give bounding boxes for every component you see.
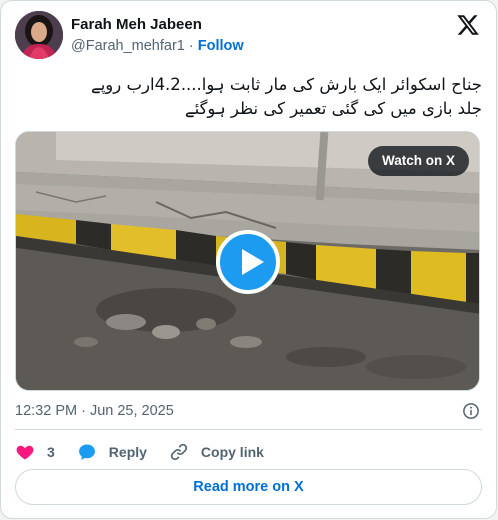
video-media[interactable]: Watch on X — [15, 131, 480, 391]
x-logo-icon[interactable] — [456, 13, 480, 37]
tweet-card: Farah Meh Jabeen @Farah_mehfar1 · Follow… — [0, 0, 497, 519]
copy-link-label: Copy link — [200, 444, 264, 460]
like-count: 3 — [47, 444, 55, 460]
play-button[interactable] — [216, 230, 280, 294]
handle-row: @Farah_mehfar1 · Follow — [71, 36, 244, 56]
author-handle[interactable]: @Farah_mehfar1 — [71, 38, 185, 54]
watch-on-x-button[interactable]: Watch on X — [368, 146, 469, 176]
info-icon[interactable] — [462, 402, 480, 420]
read-more-button[interactable]: Read more on X — [15, 469, 482, 505]
action-bar: 3 Reply Copy link — [15, 441, 286, 463]
avatar[interactable] — [15, 11, 63, 59]
reply-label: Reply — [108, 444, 147, 460]
copy-link-button[interactable]: Copy link — [169, 442, 264, 462]
tweet-text-line-2: جلد بازی میں کی گئی تعمیر کی نظر ہوگئے — [184, 99, 482, 118]
author-name[interactable]: Farah Meh Jabeen — [71, 15, 244, 34]
author-info: Farah Meh Jabeen @Farah_mehfar1 · Follow — [71, 15, 244, 56]
link-icon — [170, 443, 188, 461]
tweet-text-line-1: جناح اسکوائر ایک بارش کی مار ثابت ہوا...… — [91, 75, 482, 94]
tweet-text: جناح اسکوائر ایک بارش کی مار ثابت ہوا...… — [15, 73, 482, 121]
tweet-meta: 12:32 PM · Jun 25, 2025 — [15, 401, 482, 421]
avatar-image — [15, 11, 63, 59]
play-icon — [242, 249, 264, 275]
reply-button[interactable]: Reply — [77, 442, 147, 462]
separator-dot: · — [188, 38, 194, 54]
divider — [15, 429, 482, 430]
tweet-header: Farah Meh Jabeen @Farah_mehfar1 · Follow — [15, 11, 482, 59]
timestamp[interactable]: 12:32 PM · Jun 25, 2025 — [15, 403, 174, 419]
like-button[interactable]: 3 — [15, 442, 55, 462]
follow-button[interactable]: Follow — [198, 38, 244, 54]
heart-icon — [16, 445, 34, 460]
reply-icon — [78, 444, 95, 460]
